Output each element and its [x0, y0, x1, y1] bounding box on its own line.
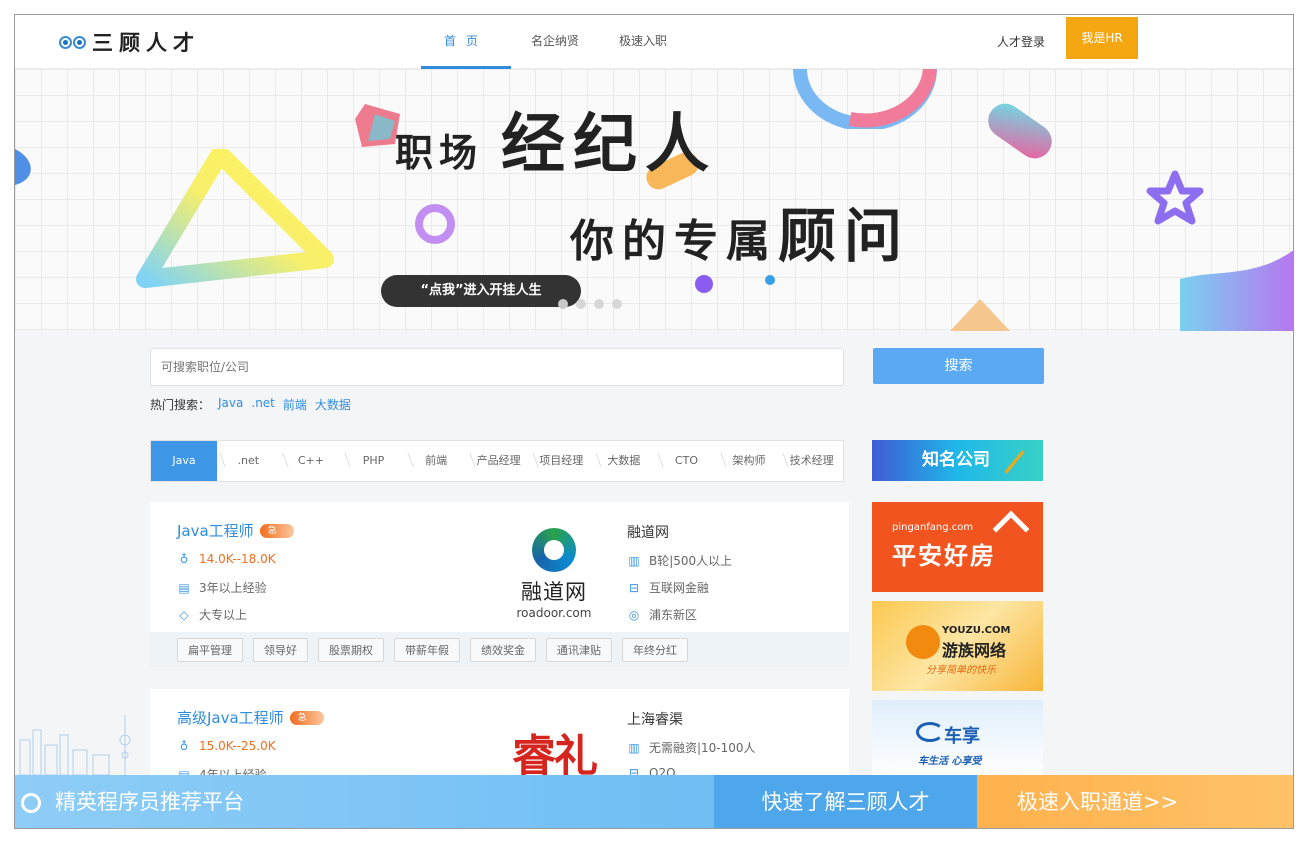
job-title[interactable]: Java工程师 急 [177, 520, 294, 541]
tab-cto[interactable]: CTO [655, 441, 718, 481]
search-button[interactable]: 搜索 [873, 348, 1044, 384]
logo-text: 三顾人才 [92, 30, 200, 55]
category-tabs: Java .net C++ PHP 前端 产品经理 项目经理 大数据 CTO 架… [150, 440, 844, 482]
company-stage: ▥ 无需融资|10-100人 [628, 740, 756, 756]
job-salary: ♁ 14.0K--18.0K [177, 552, 276, 566]
house-roof-icon [992, 510, 1030, 548]
banner-cta-button[interactable]: “点我”进入开挂人生 [381, 275, 581, 307]
carousel-dot[interactable] [594, 299, 604, 309]
eye-logo-icon [21, 793, 41, 813]
carousel-dot[interactable] [558, 299, 568, 309]
site-logo[interactable]: 三顾人才 [59, 27, 200, 57]
job-tag: 通讯津贴 [546, 637, 612, 662]
nav-item-famous-companies[interactable]: 名企纳贤 [511, 15, 599, 69]
ring-decoration [415, 204, 455, 244]
tab-java[interactable]: Java [151, 441, 217, 481]
tab-dotnet[interactable]: .net [217, 441, 280, 481]
roadoor-logo-icon [532, 528, 576, 572]
dot-decoration [765, 275, 775, 285]
job-tag: 绩效奖金 [470, 637, 536, 662]
star-decoration [1146, 170, 1204, 225]
learn-more-button[interactable]: 快速了解三顾人才 [714, 775, 977, 828]
job-tag: 年终分红 [622, 637, 688, 662]
company-location: ◎ 浦东新区 [628, 607, 698, 623]
graduation-cap-icon: ◇ [179, 607, 189, 622]
job-experience: ▤ 3年以上经验 [178, 580, 267, 596]
tab-tech-manager[interactable]: 技术经理 [780, 441, 843, 481]
job-card[interactable]: Java工程师 急 ♁ 14.0K--18.0K ▤ 3年以上经验 ◇ 大专以上… [150, 502, 849, 667]
triangle-decoration [136, 149, 334, 288]
carousel-dot[interactable] [576, 299, 586, 309]
company-industry: ⊟ 互联网金融 [628, 580, 710, 596]
arc-decoration [793, 69, 937, 129]
tab-project-manager[interactable]: 项目经理 [530, 441, 593, 481]
company-logo[interactable]: 融道网 roadoor.com [500, 520, 608, 628]
company-stage: ▥ B轮|500人以上 [628, 553, 733, 569]
famous-companies-header: 知名公司 [872, 440, 1043, 481]
carousel-dot[interactable] [612, 299, 622, 309]
company-name[interactable]: 上海睿渠 [627, 709, 683, 729]
browser-viewport: 三顾人才 首页 名企纳贤 极速入职 人才登录 我是HR 职场 经纪人 你的专属顾… [14, 14, 1294, 829]
hand-logo-icon [906, 625, 940, 659]
search-input[interactable] [150, 348, 844, 386]
nav-item-home[interactable]: 首页 [421, 15, 511, 69]
ad-chexiang[interactable]: 车享 车生活 心享受 [872, 700, 1043, 775]
money-bag-icon: ♁ [179, 552, 189, 566]
job-tags: 扁平管理 领导好 股票期权 带薪年假 绩效奖金 通讯津贴 年终分红 [150, 632, 849, 667]
left-drop-decoration [15, 149, 31, 185]
carousel-dots [558, 299, 622, 309]
car-logo-icon [916, 722, 944, 742]
hr-button[interactable]: 我是HR [1066, 17, 1138, 59]
money-bag-icon: ♁ [179, 739, 189, 753]
tab-architect[interactable]: 架构师 [718, 441, 781, 481]
ad-youzu[interactable]: YOUZU.COM 游族网络 分享简单的快乐 [872, 601, 1043, 691]
job-education: ◇ 大专以上 [177, 606, 247, 623]
logo-eyes-icon [59, 35, 86, 49]
tab-big-data[interactable]: 大数据 [593, 441, 656, 481]
hot-search-label: 热门搜索： [150, 398, 211, 412]
hot-keyword[interactable]: 前端 [283, 396, 307, 413]
top-header: 三顾人才 首页 名企纳贤 极速入职 人才登录 我是HR [15, 15, 1293, 69]
urgent-badge: 急 [289, 710, 324, 725]
hero-banner[interactable]: 职场 经纪人 你的专属顾问 “点我”进入开挂人生 [15, 69, 1293, 331]
main-nav: 首页 名企纳贤 极速入职 [421, 15, 687, 69]
hot-searches: 热门搜索： Java .net 前端 大数据 [150, 396, 351, 413]
pill-decoration [988, 103, 1052, 159]
job-tag: 领导好 [253, 637, 308, 662]
banner-subheadline: 你的专属顾问 [570, 202, 911, 270]
urgent-badge: 急 [259, 523, 294, 538]
company-name[interactable]: 融道网 [627, 522, 669, 542]
dot-decoration [695, 275, 713, 293]
building-icon: ▥ [628, 553, 640, 568]
blob-decoration [1180, 250, 1293, 331]
bottom-bar: 精英程序员推荐平台 快速了解三顾人才 极速入职通道>> [15, 775, 1293, 828]
job-salary: ♁ 15.0K--25.0K [177, 739, 276, 753]
location-pin-icon: ◎ [628, 607, 640, 622]
nav-item-fast-entry[interactable]: 极速入职 [599, 15, 687, 69]
banner-headline: 职场 经纪人 [395, 107, 718, 182]
small-triangle-decoration [950, 299, 1010, 331]
ad-pinganfang[interactable]: pinganfang.com 平安好房 [872, 502, 1043, 592]
city-skyline-decoration [19, 715, 131, 775]
hot-keyword[interactable]: Java [218, 396, 243, 413]
talent-login-link[interactable]: 人才登录 [997, 15, 1045, 69]
tab-cpp[interactable]: C++ [280, 441, 343, 481]
calendar-icon: ▤ [178, 580, 190, 595]
tab-frontend[interactable]: 前端 [405, 441, 468, 481]
tab-php[interactable]: PHP [342, 441, 405, 481]
hot-keyword[interactable]: 大数据 [315, 396, 351, 413]
job-tag: 扁平管理 [177, 637, 243, 662]
job-tag: 带薪年假 [394, 637, 460, 662]
platform-tagline: 精英程序员推荐平台 [55, 790, 244, 814]
building-icon: ▥ [628, 740, 640, 755]
job-title[interactable]: 高级Java工程师 急 [177, 707, 324, 728]
fast-entry-button[interactable]: 极速入职通道>> [977, 775, 1293, 828]
tab-product-manager[interactable]: 产品经理 [467, 441, 530, 481]
briefcase-icon: ⊟ [628, 580, 640, 595]
job-tag: 股票期权 [318, 637, 384, 662]
hot-keyword[interactable]: .net [251, 396, 275, 413]
